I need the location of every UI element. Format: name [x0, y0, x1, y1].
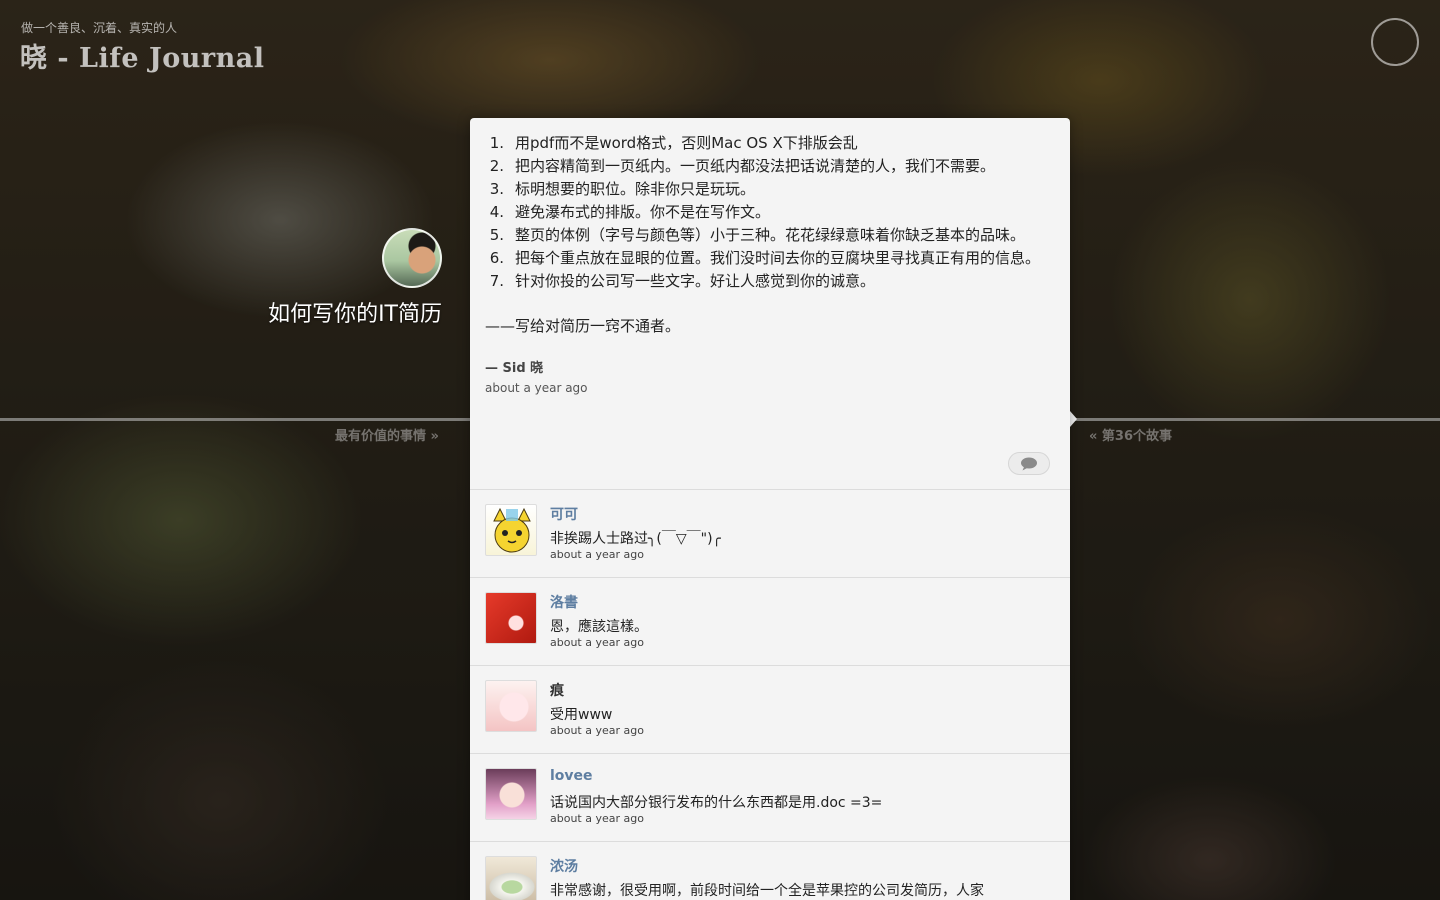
- list-item: 7. 针对你投的公司写一些文字。好让人感觉到你的诚意。: [485, 270, 1055, 293]
- circle-menu-icon[interactable]: [1371, 18, 1419, 66]
- comment-text: 非挨踢人士路过╮(￣▽￣")╭: [550, 531, 721, 547]
- post-timestamp: about a year ago: [485, 381, 588, 395]
- list-text: 避免瀑布式的排版。你不是在写作文。: [515, 203, 771, 221]
- list-number: 7.: [489, 272, 504, 290]
- post-author[interactable]: — Sid 晓: [485, 357, 1055, 376]
- list-text: 把每个重点放在显眼的位置。我们没时间去你的豆腐块里寻找真正有用的信息。: [515, 249, 1041, 267]
- commenter-avatar[interactable]: [485, 504, 537, 556]
- list-number: 1.: [489, 134, 504, 152]
- post-list: 1. 用pdf而不是word格式，否则Mac OS X下排版会乱 2. 把内容精简到…: [485, 132, 1055, 293]
- author-avatar[interactable]: [382, 228, 442, 288]
- commenter-avatar[interactable]: [485, 856, 537, 900]
- commenter-name: 痕: [550, 683, 564, 699]
- site-title[interactable]: 晓 - Life Journal: [20, 36, 264, 75]
- list-item: 1. 用pdf而不是word格式，否则Mac OS X下排版会乱: [485, 132, 1055, 155]
- list-number: 4.: [489, 203, 504, 221]
- comment-text: 非常感谢，很受用啊，前段时间给一个全是苹果控的公司发简历，人家: [550, 883, 984, 899]
- post-signoff: ——写给对简历一窍不通者。: [485, 317, 681, 335]
- list-item: 3. 标明想要的职位。除非你只是玩玩。: [485, 178, 1055, 201]
- comment-item: lovee 话说国内大部分银行发布的什么东西都是用.doc =3= about …: [470, 754, 1070, 842]
- list-text: 整页的体例（字号与颜色等）小于三种。花花绿绿意味着你缺乏基本的品味。: [515, 226, 1026, 244]
- comment-time: about a year ago: [550, 548, 644, 561]
- story-card: 1. 用pdf而不是word格式，否则Mac OS X下排版会乱 2. 把内容精简到…: [470, 118, 1070, 900]
- comment-text: 话说国内大部分银行发布的什么东西都是用.doc =3=: [550, 795, 883, 811]
- commenter-avatar[interactable]: [485, 768, 537, 820]
- comment-time: about a year ago: [550, 636, 644, 649]
- list-item: 5. 整页的体例（字号与颜色等）小于三种。花花绿绿意味着你缺乏基本的品味。: [485, 224, 1055, 247]
- comment-item: 浓汤 非常感谢，很受用啊，前段时间给一个全是苹果控的公司发简历，人家: [470, 842, 1070, 900]
- commenter-avatar[interactable]: [485, 680, 537, 732]
- comment-item: 洛書 恩，應該這樣。 about a year ago: [470, 578, 1070, 666]
- list-text: 把内容精简到一页纸内。一页纸内都没法把话说清楚的人，我们不需要。: [515, 157, 996, 175]
- list-item: 6. 把每个重点放在显眼的位置。我们没时间去你的豆腐块里寻找真正有用的信息。: [485, 247, 1055, 270]
- list-item: 4. 避免瀑布式的排版。你不是在写作文。: [485, 201, 1055, 224]
- site-tagline: 做一个善良、沉着、真实的人: [21, 21, 178, 35]
- comment-text: 受用www: [550, 707, 613, 723]
- next-story-link[interactable]: « 第36个故事: [1089, 425, 1172, 444]
- commenter-name[interactable]: lovee: [550, 768, 593, 784]
- comment-item: 可可 非挨踢人士路过╮(￣▽￣")╭ about a year ago: [470, 490, 1070, 578]
- post-body: 1. 用pdf而不是word格式，否则Mac OS X下排版会乱 2. 把内容精简到…: [470, 118, 1070, 395]
- commenter-name[interactable]: 可可: [550, 504, 578, 524]
- commenter-name[interactable]: 浓汤: [550, 856, 578, 876]
- prev-story-link[interactable]: 最有价值的事情 »: [335, 425, 439, 444]
- list-number: 6.: [489, 249, 504, 267]
- speech-bubble-icon: [1021, 457, 1037, 470]
- comment-item: 痕 受用www about a year ago: [470, 666, 1070, 754]
- list-number: 3.: [489, 180, 504, 198]
- comment-text: 恩，應該這樣。: [550, 619, 648, 635]
- list-number: 5.: [489, 226, 504, 244]
- comment-time: about a year ago: [550, 724, 644, 737]
- list-text: 用pdf而不是word格式，否则Mac OS X下排版会乱: [515, 134, 858, 152]
- list-text: 标明想要的职位。除非你只是玩玩。: [515, 180, 756, 198]
- list-item: 2. 把内容精简到一页纸内。一页纸内都没法把话说清楚的人，我们不需要。: [485, 155, 1055, 178]
- comment-button[interactable]: [1008, 452, 1050, 475]
- list-number: 2.: [489, 157, 504, 175]
- comment-time: about a year ago: [550, 812, 644, 825]
- card-pointer-arrow: [1070, 411, 1077, 427]
- commenter-name[interactable]: 洛書: [550, 592, 578, 612]
- story-title: 如何写你的IT简历: [268, 302, 442, 327]
- commenter-avatar[interactable]: [485, 592, 537, 644]
- list-text: 针对你投的公司写一些文字。好让人感觉到你的诚意。: [515, 272, 876, 290]
